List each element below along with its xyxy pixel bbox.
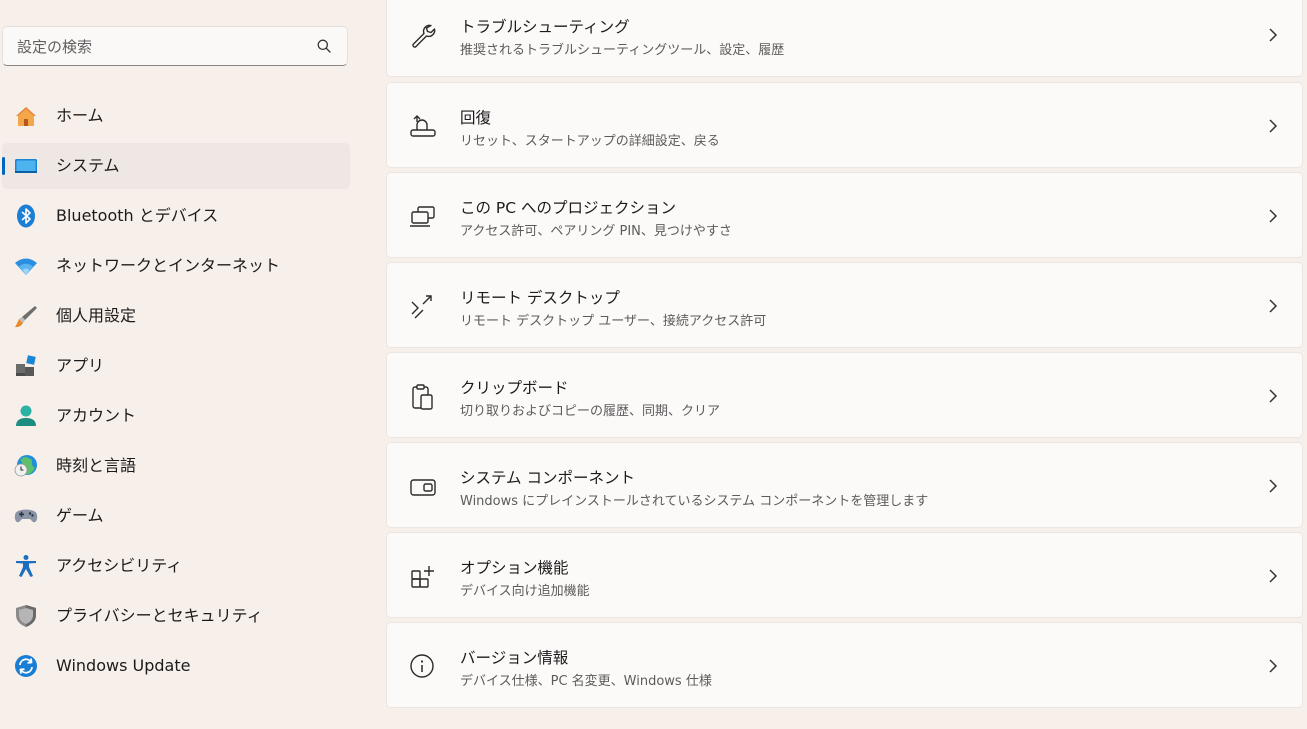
setting-projection[interactable]: この PC へのプロジェクション アクセス許可、ペアリング PIN、見つけやすさ [386, 172, 1303, 258]
chevron-right-icon [1269, 299, 1278, 313]
setting-title: バージョン情報 [460, 649, 569, 667]
chevron-right-icon [1269, 209, 1278, 223]
sidebar-item-home[interactable]: ホーム [2, 93, 350, 139]
account-icon [16, 405, 36, 426]
sidebar-item-label: アプリ [56, 356, 105, 375]
setting-system-components[interactable]: システム コンポーネント Windows にプレインストールされているシステム … [386, 442, 1303, 528]
sidebar-item-accounts[interactable]: アカウント [2, 393, 350, 439]
setting-subtitle: 切り取りおよびコピーの履歴、同期、クリア [460, 404, 721, 419]
system-components-icon [410, 479, 436, 496]
search-box[interactable] [2, 26, 348, 67]
sidebar-item-label: 時刻と言語 [56, 456, 137, 475]
sidebar-item-bluetooth[interactable]: Bluetooth とデバイス [2, 193, 350, 239]
wifi-icon [15, 258, 37, 275]
chevron-right-icon [1269, 28, 1278, 42]
setting-about[interactable]: バージョン情報 デバイス仕様、PC 名変更、Windows 仕様 [386, 622, 1303, 708]
sidebar-item-label: Bluetooth とデバイス [56, 206, 219, 225]
sidebar-item-label: アクセシビリティ [56, 556, 183, 575]
accessibility-icon [16, 555, 36, 577]
shield-icon [16, 605, 36, 627]
setting-title: リモート デスクトップ [460, 289, 620, 307]
optional-features-icon [411, 566, 434, 588]
sidebar-item-time-language[interactable]: 時刻と言語 [2, 443, 350, 489]
setting-subtitle: リセット、スタートアップの詳細設定、戻る [460, 134, 720, 149]
sidebar-item-windows-update[interactable]: Windows Update [2, 643, 350, 689]
search-icon[interactable] [317, 39, 331, 53]
home-icon [16, 107, 36, 126]
setting-subtitle: Windows にプレインストールされているシステム コンポーネントを管理します [460, 494, 929, 509]
sidebar-item-network[interactable]: ネットワークとインターネット [2, 243, 350, 289]
setting-recovery[interactable]: 回復 リセット、スタートアップの詳細設定、戻る [386, 82, 1303, 168]
setting-title: クリップボード [460, 379, 569, 397]
setting-optional-features[interactable]: オプション機能 デバイス向け追加機能 [386, 532, 1303, 618]
sidebar: ホーム システム Bluetooth とデバイス [0, 0, 360, 729]
bluetooth-icon [17, 204, 35, 228]
setting-troubleshoot[interactable]: トラブルシューティング 推奨されるトラブルシューティングツール、設定、履歴 [386, 0, 1303, 77]
sidebar-item-label: 個人用設定 [56, 306, 137, 325]
sidebar-item-label: Windows Update [56, 656, 191, 675]
sidebar-item-label: アカウント [56, 406, 137, 425]
setting-title: トラブルシューティング [460, 18, 630, 36]
setting-subtitle: 推奨されるトラブルシューティングツール、設定、履歴 [460, 43, 785, 58]
gamepad-icon [14, 509, 38, 523]
system-icon [15, 159, 37, 173]
setting-remote-desktop[interactable]: リモート デスクトップ リモート デスクトップ ユーザー、接続アクセス許可 [386, 262, 1303, 348]
setting-title: この PC へのプロジェクション [460, 199, 677, 217]
wrench-icon [412, 24, 436, 48]
chevron-right-icon [1269, 569, 1278, 583]
setting-subtitle: デバイス仕様、PC 名変更、Windows 仕様 [460, 674, 712, 689]
sidebar-item-apps[interactable]: アプリ [2, 343, 350, 389]
sidebar-item-label: システム [56, 156, 120, 175]
recovery-icon [410, 115, 436, 137]
projection-icon [410, 206, 435, 227]
sidebar-item-system[interactable]: システム [2, 143, 350, 189]
chevron-right-icon [1269, 389, 1278, 403]
setting-subtitle: デバイス向け追加機能 [460, 584, 590, 599]
search-input[interactable] [15, 27, 309, 67]
sidebar-item-label: ゲーム [56, 506, 104, 525]
apps-icon [16, 355, 36, 376]
chevron-right-icon [1269, 659, 1278, 673]
clipboard-icon [412, 384, 433, 410]
setting-subtitle: アクセス許可、ペアリング PIN、見つけやすさ [460, 224, 732, 239]
remote-desktop-icon [411, 295, 432, 319]
sidebar-item-privacy[interactable]: プライバシーとセキュリティ [2, 593, 350, 639]
sidebar-item-gaming[interactable]: ゲーム [2, 493, 350, 539]
chevron-right-icon [1269, 119, 1278, 133]
sidebar-item-accessibility[interactable]: アクセシビリティ [2, 543, 350, 589]
setting-clipboard[interactable]: クリップボード 切り取りおよびコピーの履歴、同期、クリア [386, 352, 1303, 438]
sidebar-item-label: ホーム [56, 106, 104, 125]
info-icon [410, 654, 434, 678]
sidebar-item-label: ネットワークとインターネット [56, 256, 281, 275]
sidebar-item-label: プライバシーとセキュリティ [56, 606, 263, 625]
settings-window: ホーム システム Bluetooth とデバイス [0, 0, 1307, 729]
sidebar-nav: ホーム システム Bluetooth とデバイス ネットワークとインターネット … [2, 93, 350, 693]
chevron-right-icon [1269, 479, 1278, 493]
brush-icon [15, 306, 37, 328]
time-language-icon [14, 455, 37, 477]
setting-title: システム コンポーネント [460, 469, 635, 487]
setting-title: オプション機能 [460, 559, 569, 577]
setting-title: 回復 [460, 109, 492, 127]
sidebar-item-personalization[interactable]: 個人用設定 [2, 293, 350, 339]
windows-update-icon [15, 655, 37, 677]
setting-subtitle: リモート デスクトップ ユーザー、接続アクセス許可 [460, 314, 767, 329]
